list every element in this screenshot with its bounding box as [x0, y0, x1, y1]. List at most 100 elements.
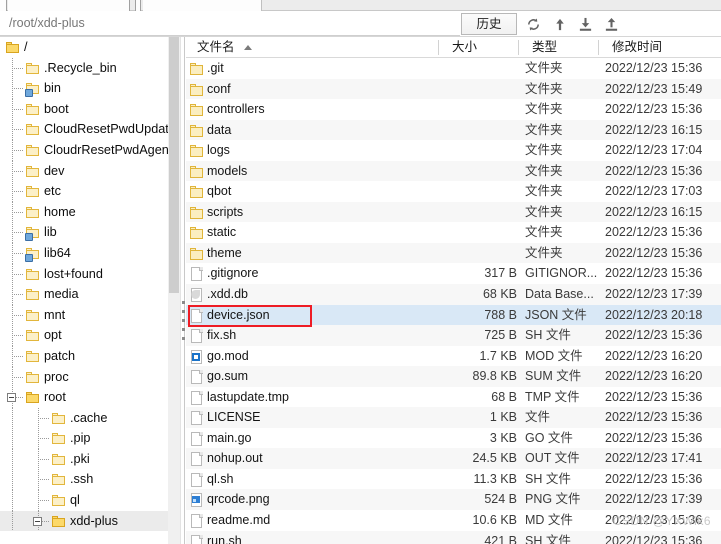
- file-row[interactable]: lastupdate.tmp 68 B TMP 文件 2022/12/23 15:36…: [186, 387, 721, 408]
- tree-item-cloudresetpwdupdateagent[interactable]: CloudResetPwdUpdateAgent: [0, 119, 168, 140]
- file-row[interactable]: controllers文件夹2022/12/23 15:36drwxr-xr-x: [186, 99, 721, 120]
- file-row[interactable]: scripts文件夹2022/12/23 16:15drwxr-xr-x: [186, 201, 721, 223]
- tree-item-pip[interactable]: .pip: [0, 428, 168, 449]
- file-row[interactable]: ql.sh11.3 KBSH 文件2022/12/23 15:36-rw-r--…: [186, 469, 721, 490]
- folder-icon: [190, 205, 203, 220]
- file-row[interactable]: logs文件夹2022/12/23 17:04drwxr-xr-x: [186, 140, 721, 161]
- tab-partial-2[interactable]: [8, 0, 130, 11]
- download-icon[interactable]: [575, 14, 596, 34]
- tree-item-xddplus[interactable]: xdd-plus: [0, 510, 168, 532]
- file-size: 11.3 KB: [473, 471, 517, 486]
- folder-icon: [190, 184, 203, 199]
- folder-icon: [52, 495, 65, 507]
- file-name: scripts: [207, 204, 244, 219]
- tab-partial-1[interactable]: [0, 0, 7, 11]
- file-modified: 2022/12/23 15:36: [605, 430, 703, 445]
- file-row[interactable]: .gitignore 317 B GITIGNOR... 2022/12/23 15:…: [186, 263, 721, 284]
- file-row[interactable]: .xdd.db 68 KB Data Base... 2022/12/23 17:39…: [186, 284, 721, 305]
- file-type: 文件夹: [525, 102, 563, 117]
- go-up-icon[interactable]: [549, 14, 570, 34]
- file-row[interactable]: static文件夹2022/12/23 15:36drwxr-xr-x: [186, 222, 721, 243]
- upload-icon[interactable]: [601, 14, 622, 34]
- column-divider[interactable]: [518, 40, 519, 55]
- file-size: [441, 140, 517, 161]
- folder-open-icon: [6, 42, 19, 53]
- column-header-3[interactable]: 修改时间: [605, 37, 662, 58]
- tree-item-proc[interactable]: proc: [0, 366, 168, 388]
- column-header-2[interactable]: 类型: [525, 37, 557, 58]
- column-header-1[interactable]: 大小: [445, 37, 477, 58]
- history-button[interactable]: 历史: [461, 13, 517, 35]
- tree-item-bin[interactable]: bin: [0, 78, 168, 99]
- folder-icon: [190, 82, 203, 97]
- tab-partial-3[interactable]: [135, 0, 141, 11]
- file-type: 文件夹: [525, 122, 563, 137]
- file-row[interactable]: main.go3 KBGO 文件2022/12/23 15:36-rw-r--r…: [186, 428, 721, 449]
- tree-item-boot[interactable]: boot: [0, 98, 168, 120]
- column-header-0[interactable]: 文件名: [190, 37, 235, 58]
- tree-item-pki[interactable]: .pki: [0, 448, 168, 470]
- tree-item-mnt[interactable]: mnt: [0, 304, 168, 326]
- tree-item-cache[interactable]: .cache: [0, 407, 168, 429]
- tree-item-lib[interactable]: lib: [0, 222, 168, 243]
- tree-scrollbar-thumb[interactable]: [169, 37, 179, 293]
- tree-vertical-scrollbar[interactable]: [168, 37, 180, 544]
- tree-item-media[interactable]: media: [0, 284, 168, 305]
- pane-splitter[interactable]: [180, 37, 185, 544]
- file-name: .gitignore: [207, 266, 259, 281]
- folder-icon: [52, 412, 65, 424]
- file-row[interactable]: conf文件夹2022/12/23 15:49drwxr-xr-x: [186, 78, 721, 100]
- tree-item-root[interactable]: root: [0, 387, 168, 408]
- tree-item-ssh[interactable]: .ssh: [0, 469, 168, 491]
- file-row[interactable]: models文件夹2022/12/23 15:36drwxr-xr-x: [186, 160, 721, 182]
- refresh-icon[interactable]: [523, 14, 544, 34]
- file-row[interactable]: nohup.out24.5 KBOUT 文件2022/12/23 17:41-r…: [186, 448, 721, 469]
- tree-item-patch[interactable]: patch: [0, 345, 168, 367]
- file-row[interactable]: .git文件夹2022/12/23 15:36drwxr-xr-x: [186, 58, 721, 79]
- tree-item-recyclebin[interactable]: .Recycle_bin: [0, 57, 168, 79]
- tree-guide-line: [12, 129, 24, 131]
- tab-partial-4[interactable]: [143, 0, 262, 11]
- folder-icon: [26, 268, 39, 280]
- file-row[interactable]: qbot文件夹2022/12/23 17:03drwxr-xr-x: [186, 181, 721, 202]
- file-row[interactable]: data文件夹2022/12/23 16:15drwxr-xr-x: [186, 119, 721, 141]
- file-row[interactable]: device.json788 BJSON 文件2022/12/23 20:18-…: [186, 304, 721, 326]
- tree-item-etc[interactable]: etc: [0, 181, 168, 202]
- file-modified: 2022/12/23 15:36: [605, 61, 703, 75]
- tree-item-opt[interactable]: opt: [0, 325, 168, 346]
- tree-item-label: .pip: [70, 431, 91, 446]
- splitter-grip[interactable]: [182, 301, 185, 347]
- tree-item-ql[interactable]: ql: [0, 490, 168, 511]
- file-row[interactable]: theme文件夹2022/12/23 15:36drwxr-xr-x: [186, 242, 721, 264]
- directory-tree-pane[interactable]: / .Recycle_binbin boot CloudResetPwdUpdateA…: [0, 37, 168, 544]
- tree-item-cloudrresetpwdagent[interactable]: CloudrResetPwdAgent: [0, 139, 168, 161]
- file-row[interactable]: LICENSE1 KB文件2022/12/23 15:36-rw-r--r--: [186, 407, 721, 428]
- file-size: 317 B: [484, 266, 517, 281]
- tree-item-lost+found[interactable]: lost+found: [0, 263, 168, 285]
- tree-item-home[interactable]: home: [0, 201, 168, 223]
- path-input[interactable]: [0, 11, 460, 36]
- file-row[interactable]: run.sh421 BSH 文件2022/12/23 15:36-rw-r--r…: [186, 530, 721, 544]
- file-row[interactable]: fix.sh725 BSH 文件2022/12/23 15:36-rw-r--r…: [186, 325, 721, 346]
- file-name: data: [207, 122, 232, 137]
- folder-icon: [52, 474, 65, 486]
- tree-item-root[interactable]: /: [0, 37, 168, 58]
- column-divider[interactable]: [598, 40, 599, 55]
- tree-guide-line: [12, 335, 24, 337]
- file-size: [441, 222, 517, 243]
- tree-expander-icon[interactable]: [33, 516, 42, 526]
- file-name: run.sh: [207, 533, 242, 544]
- tree-expander-icon[interactable]: [7, 393, 16, 403]
- file-row[interactable]: qrcode.png524 BPNG 文件2022/12/23 17:39-rw…: [186, 489, 721, 511]
- tree-guide-line: [12, 191, 24, 193]
- file-type: SUM 文件: [525, 369, 582, 384]
- file-type: JSON 文件: [525, 307, 587, 322]
- folder-link-icon: [25, 247, 39, 262]
- tree-item-dev[interactable]: dev: [0, 160, 168, 182]
- tree-guide-line: [38, 479, 50, 481]
- file-row[interactable]: go.sum89.8 KBSUM 文件2022/12/23 16:20-rw-r…: [186, 366, 721, 387]
- column-divider[interactable]: [438, 40, 439, 55]
- tree-item-lib64[interactable]: lib64: [0, 242, 168, 264]
- file-modified: 2022/12/23 17:41: [605, 451, 703, 466]
- file-row[interactable]: go.mod1.7 KBMOD 文件2022/12/23 16:20-rw-r-…: [186, 346, 721, 367]
